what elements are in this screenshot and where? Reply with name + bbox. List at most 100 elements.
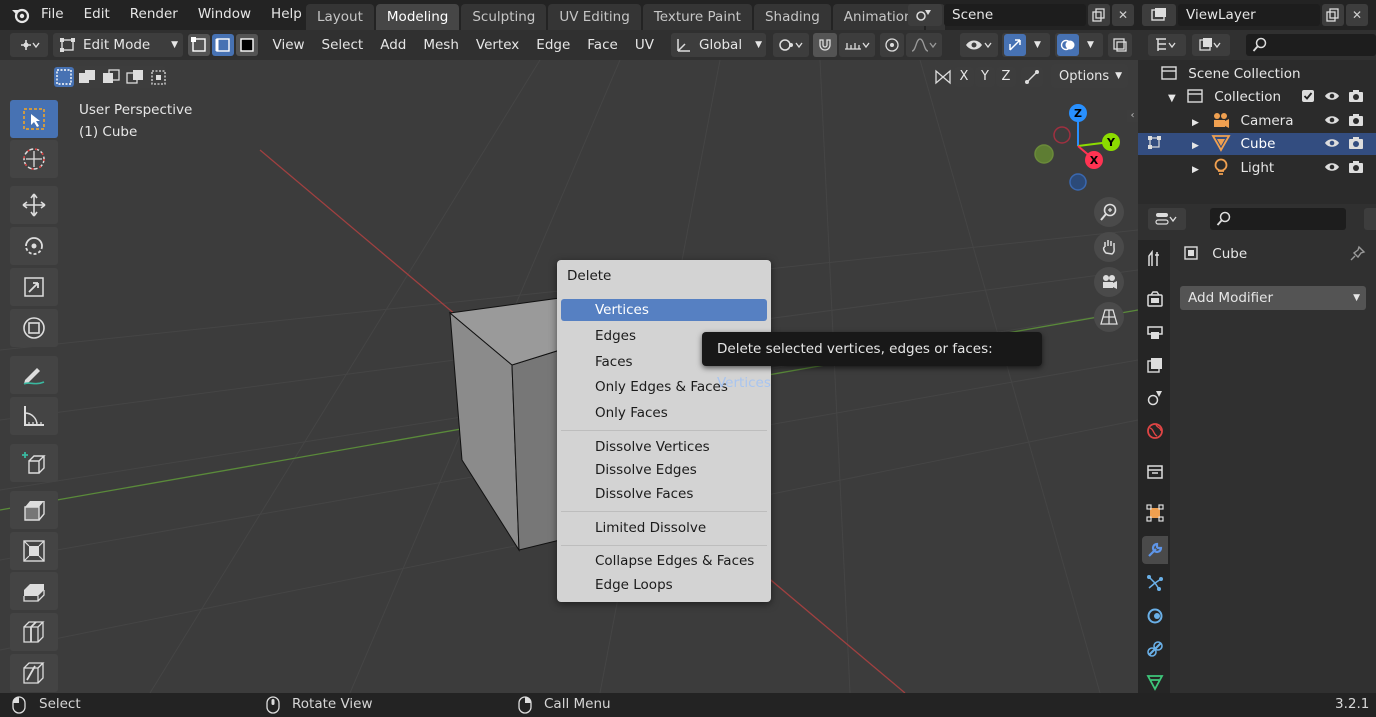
proportional-edit-toggle[interactable] — [880, 33, 904, 57]
menu-uv[interactable]: UV — [626, 37, 662, 53]
perspective-toggle-button[interactable] — [1094, 302, 1124, 332]
tool-tab[interactable] — [1142, 245, 1168, 273]
mirror-y-toggle[interactable]: Y — [975, 67, 995, 87]
select-new-button[interactable] — [54, 67, 74, 87]
collection-tab[interactable] — [1142, 458, 1168, 486]
menu-file[interactable]: File — [31, 6, 74, 22]
eye-icon[interactable] — [1324, 133, 1340, 155]
eye-icon[interactable] — [1324, 86, 1340, 108]
menu-item-edge-loops[interactable]: Edge Loops — [561, 574, 767, 596]
scene-copy-button[interactable] — [1088, 4, 1110, 26]
disclosure-down-icon[interactable]: ▼ — [1168, 93, 1176, 104]
data-tab[interactable] — [1142, 668, 1168, 696]
select-intersect-button[interactable] — [148, 67, 170, 87]
physics-tab[interactable] — [1142, 602, 1168, 630]
editor-type-button[interactable] — [10, 33, 48, 57]
add-modifier-dropdown[interactable]: Add Modifier ▼ — [1180, 286, 1366, 310]
menu-face[interactable]: Face — [579, 37, 627, 53]
snap-toggle[interactable] — [813, 33, 837, 57]
overlays-toggle[interactable]: ▼ — [1055, 33, 1103, 57]
pivot-point-dropdown[interactable] — [773, 33, 809, 57]
menu-mesh[interactable]: Mesh — [415, 37, 468, 53]
menu-item-dissolve-faces[interactable]: Dissolve Faces — [561, 483, 767, 505]
menu-edit[interactable]: Edit — [74, 6, 120, 22]
proportional-falloff-dropdown[interactable] — [906, 33, 942, 57]
object-tab[interactable] — [1142, 499, 1168, 527]
move-tool[interactable] — [10, 186, 58, 224]
particles-tab[interactable] — [1142, 569, 1168, 597]
world-tab[interactable] — [1142, 417, 1168, 445]
render-tab[interactable] — [1142, 285, 1168, 313]
pin-icon[interactable] — [1350, 243, 1366, 265]
view-layer-name-field[interactable]: ViewLayer — [1178, 4, 1320, 26]
transform-tool[interactable] — [10, 309, 58, 347]
tab-sculpting[interactable]: Sculpting — [461, 4, 547, 30]
menu-help[interactable]: Help — [261, 6, 312, 22]
constraints-tab[interactable] — [1142, 635, 1168, 663]
gizmo-neg-y-handle[interactable] — [1034, 144, 1054, 164]
eye-icon[interactable] — [1324, 110, 1340, 132]
tab-shading[interactable]: Shading — [753, 4, 831, 30]
vertex-select-button[interactable] — [188, 34, 210, 56]
eye-icon[interactable] — [1324, 157, 1340, 179]
render-camera-icon[interactable] — [1348, 157, 1364, 179]
gizmo-neg-x-handle[interactable] — [1053, 126, 1071, 144]
render-camera-icon[interactable] — [1348, 133, 1364, 155]
visibility-dropdown[interactable] — [960, 33, 998, 57]
tab-uv-editing[interactable]: UV Editing — [548, 4, 641, 30]
mirror-x-toggle[interactable]: X — [954, 67, 974, 87]
menu-item-limited-dissolve[interactable]: Limited Dissolve — [561, 517, 767, 539]
add-cube-tool[interactable] — [10, 444, 58, 482]
overlays-button[interactable] — [1057, 34, 1079, 56]
scene-name-field[interactable]: Scene — [944, 4, 1086, 26]
mode-dropdown[interactable]: Edit Mode ▼ — [53, 33, 183, 57]
inset-faces-tool[interactable] — [10, 532, 58, 570]
outliner-cube-row[interactable]: ▶ Cube — [1192, 133, 1376, 155]
menu-item-collapse-edges-faces[interactable]: Collapse Edges & Faces — [561, 550, 767, 572]
gizmo-toggle[interactable]: ▼ — [1002, 33, 1050, 57]
select-invert-button[interactable] — [124, 67, 146, 87]
outliner-camera-row[interactable]: ▶ Camera — [1192, 110, 1376, 132]
menu-vertex[interactable]: Vertex — [467, 37, 527, 53]
scale-tool[interactable] — [10, 268, 58, 306]
mirror-z-toggle[interactable]: Z — [996, 67, 1016, 87]
disclosure-right-icon[interactable]: ▶ — [1192, 165, 1199, 175]
edge-select-button[interactable] — [212, 34, 234, 56]
menu-select[interactable]: Select — [313, 37, 372, 53]
view-layer-tab[interactable] — [1142, 351, 1168, 379]
tab-modeling[interactable]: Modeling — [375, 4, 460, 30]
edit-mode-indicator-icon[interactable] — [1146, 133, 1164, 155]
menu-edge[interactable]: Edge — [528, 37, 579, 53]
tab-texture-paint[interactable]: Texture Paint — [642, 4, 752, 30]
camera-view-button[interactable] — [1094, 267, 1124, 297]
menu-window[interactable]: Window — [188, 6, 261, 22]
tab-layout[interactable]: Layout — [306, 4, 374, 30]
properties-search-input[interactable] — [1210, 208, 1346, 230]
view-layer-browse-button[interactable] — [1142, 4, 1176, 26]
snap-target-dropdown[interactable] — [839, 33, 875, 57]
menu-add[interactable]: Add — [372, 37, 415, 53]
select-box-tool[interactable] — [10, 100, 58, 138]
blender-logo-icon[interactable] — [10, 6, 32, 24]
annotate-tool[interactable] — [10, 356, 58, 394]
disclosure-right-icon[interactable]: ▶ — [1192, 141, 1199, 151]
scene-tab[interactable] — [1142, 384, 1168, 412]
extrude-tool[interactable] — [10, 491, 58, 529]
menu-render[interactable]: Render — [120, 6, 188, 22]
cursor-tool[interactable] — [10, 140, 58, 178]
render-camera-icon[interactable] — [1348, 86, 1364, 108]
select-extend-button[interactable] — [76, 67, 98, 87]
bevel-tool[interactable] — [10, 572, 58, 610]
modifiers-tab[interactable] — [1142, 536, 1168, 564]
xray-toggle[interactable] — [1108, 33, 1132, 57]
select-subtract-button[interactable] — [100, 67, 122, 87]
outliner-collection-row[interactable]: ▼ Collection — [1168, 86, 1376, 108]
scene-browse-button[interactable] — [908, 4, 942, 26]
3d-viewport[interactable]: User Perspective (1) Cube X Y Z Options … — [0, 60, 1138, 693]
outliner-scene-collection[interactable]: Scene Collection — [1160, 63, 1301, 85]
knife-tool[interactable] — [10, 654, 58, 692]
view-layer-copy-button[interactable] — [1322, 4, 1344, 26]
pan-button[interactable] — [1094, 232, 1124, 262]
rotate-tool[interactable] — [10, 227, 58, 265]
auto-merge-toggle[interactable] — [1021, 67, 1043, 87]
